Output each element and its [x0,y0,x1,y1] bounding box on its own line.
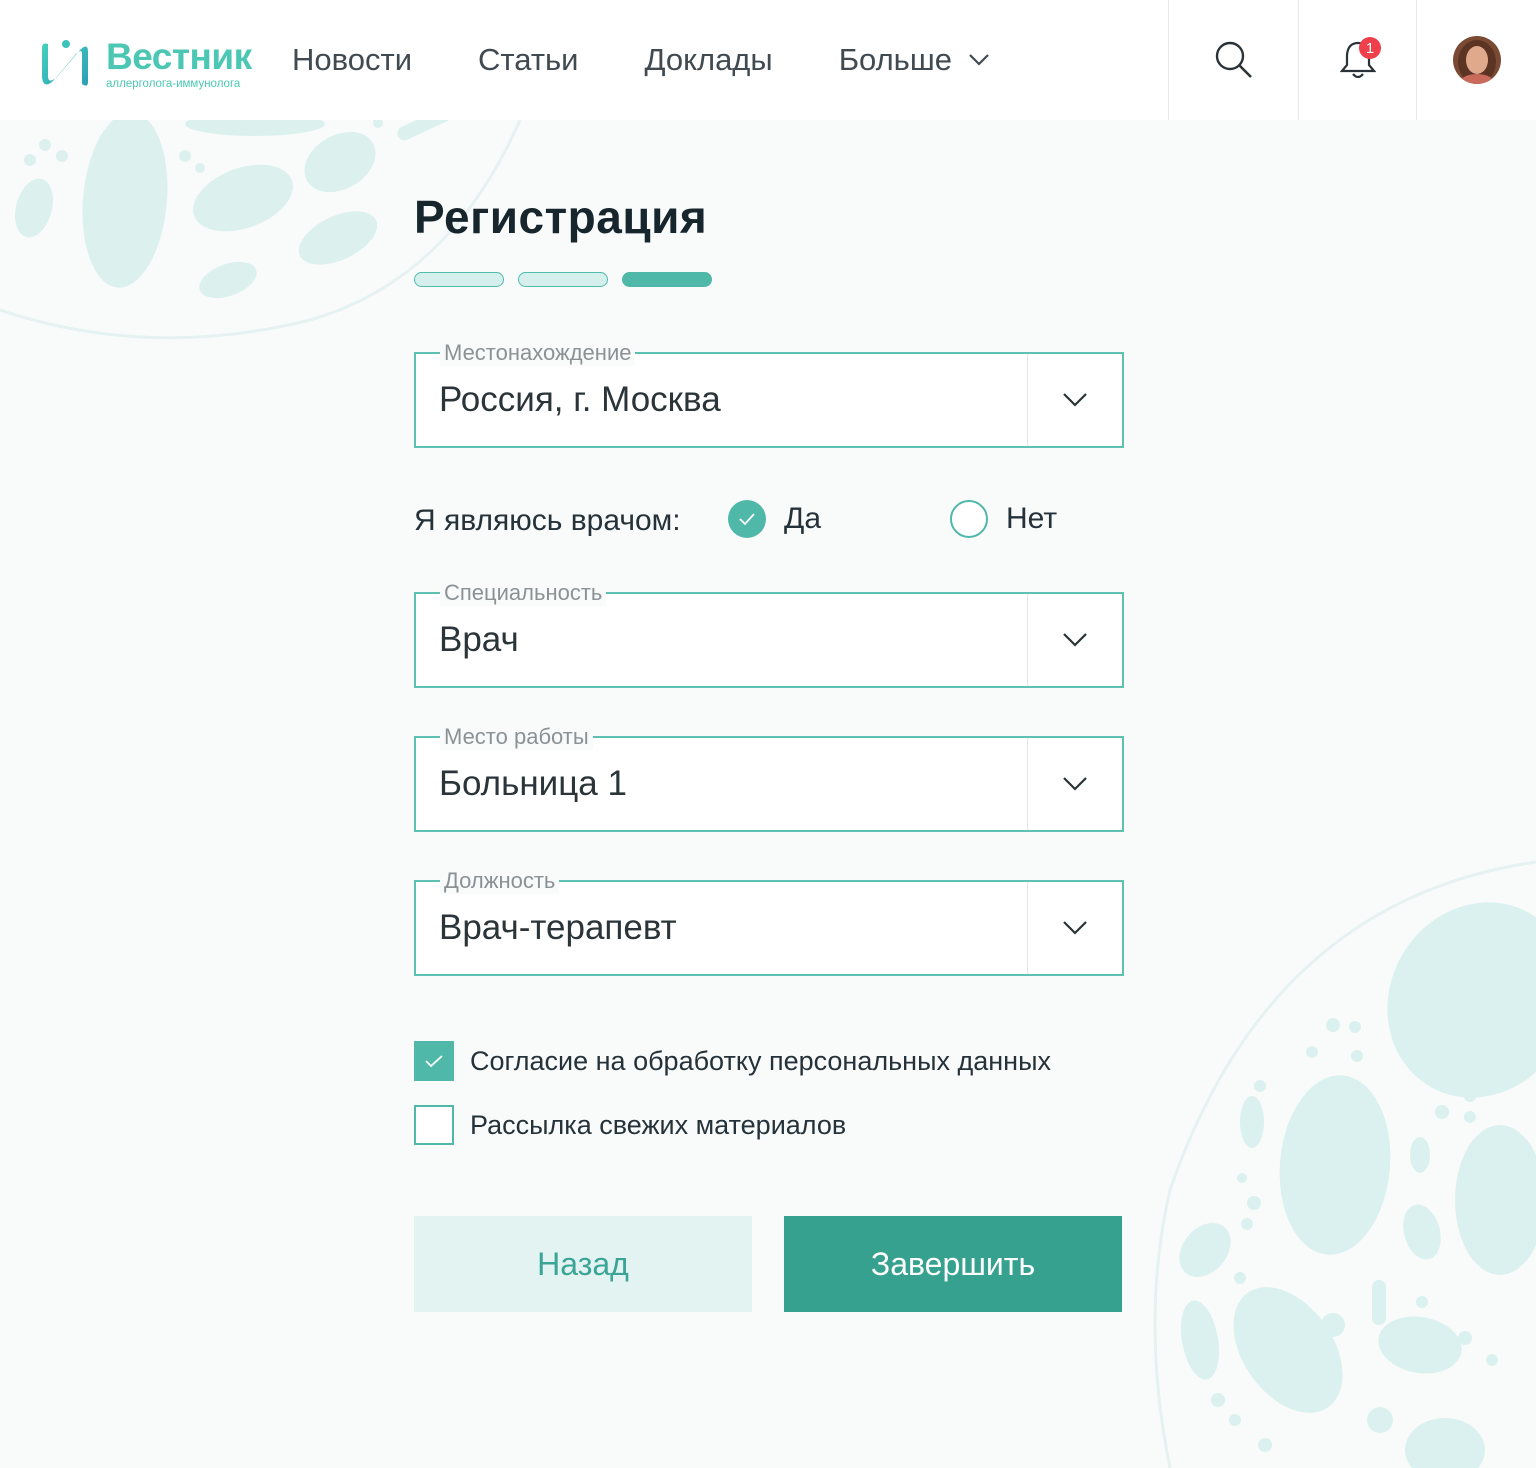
workplace-label: Место работы [440,724,593,750]
check-icon [425,1055,443,1068]
page-title: Регистрация [414,191,708,243]
position-value: Врач-терапевт [439,908,677,947]
consent-label: Согласие на обработку персональных данны… [470,1045,1051,1076]
workplace-select[interactable]: Место работы Больница 1 [414,724,1124,832]
logo-icon [42,40,88,86]
finish-button[interactable]: Завершить [784,1216,1122,1312]
top-header: Вестник аллерголога-иммунолога Новости С… [0,0,1536,120]
newsletter-label: Рассылка свежих материалов [470,1109,847,1140]
chevron-down-icon [1063,777,1087,791]
newsletter-checkbox[interactable] [414,1105,454,1145]
position-dropdown-toggle[interactable] [1027,882,1122,974]
background-pattern-bottom-right [1153,860,1536,1468]
nav-item-reports[interactable]: Доклады [644,42,772,78]
progress-steps [414,272,726,287]
logo[interactable]: Вестник аллерголога-иммунолога [38,38,252,91]
step-2 [518,272,608,287]
notification-badge: 1 [1359,37,1381,59]
radio-no[interactable]: Нет [950,500,1057,538]
search-button[interactable] [1168,0,1299,120]
step-3 [622,272,712,287]
workplace-dropdown-toggle[interactable] [1027,738,1122,830]
search-icon [1215,41,1252,78]
location-value: Россия, г. Москва [439,380,721,419]
is-doctor-group: Я являюсь врачом: Да Нет [414,500,1057,542]
radio-yes[interactable]: Да [728,500,821,538]
location-select[interactable]: Местонахождение Россия, г. Москва [414,340,1124,448]
location-dropdown-toggle[interactable] [1027,354,1122,446]
nav-item-articles[interactable]: Статьи [478,42,578,78]
position-select[interactable]: Должность Врач-терапевт [414,868,1124,976]
profile-button[interactable] [1416,0,1536,120]
speciality-label: Специальность [440,580,607,606]
workplace-value: Больница 1 [439,764,627,803]
logo-title: Вестник [106,36,252,77]
back-button[interactable]: Назад [414,1216,752,1312]
radio-yes-label: Да [784,502,822,535]
newsletter-checkbox-row[interactable]: Рассылка свежих материалов [414,1105,846,1145]
step-1 [414,272,504,287]
main-nav: Новости Статьи Доклады Больше [292,42,1056,78]
nav-item-more[interactable]: Больше [839,42,990,78]
speciality-dropdown-toggle[interactable] [1027,594,1122,686]
chevron-down-icon [1063,921,1087,935]
radio-checked-icon [728,500,766,538]
chevron-down-icon [1063,633,1087,647]
radio-unchecked-icon [950,500,988,538]
chevron-down-icon [1063,393,1087,407]
is-doctor-label: Я являюсь врачом: [414,504,681,537]
nav-item-more-label: Больше [838,42,952,77]
chevron-down-icon [969,54,989,66]
nav-item-news[interactable]: Новости [292,42,412,78]
location-label: Местонахождение [440,340,636,366]
consent-checkbox[interactable] [414,1041,454,1081]
position-label: Должность [440,868,560,894]
logo-subtitle: аллерголога-иммунолога [106,78,241,90]
radio-no-label: Нет [1006,502,1058,535]
speciality-select[interactable]: Специальность Врач [414,580,1124,688]
avatar [1453,36,1501,84]
consent-checkbox-row[interactable]: Согласие на обработку персональных данны… [414,1041,1051,1081]
notifications-button[interactable]: 1 [1298,0,1417,120]
speciality-value: Врач [439,620,519,659]
